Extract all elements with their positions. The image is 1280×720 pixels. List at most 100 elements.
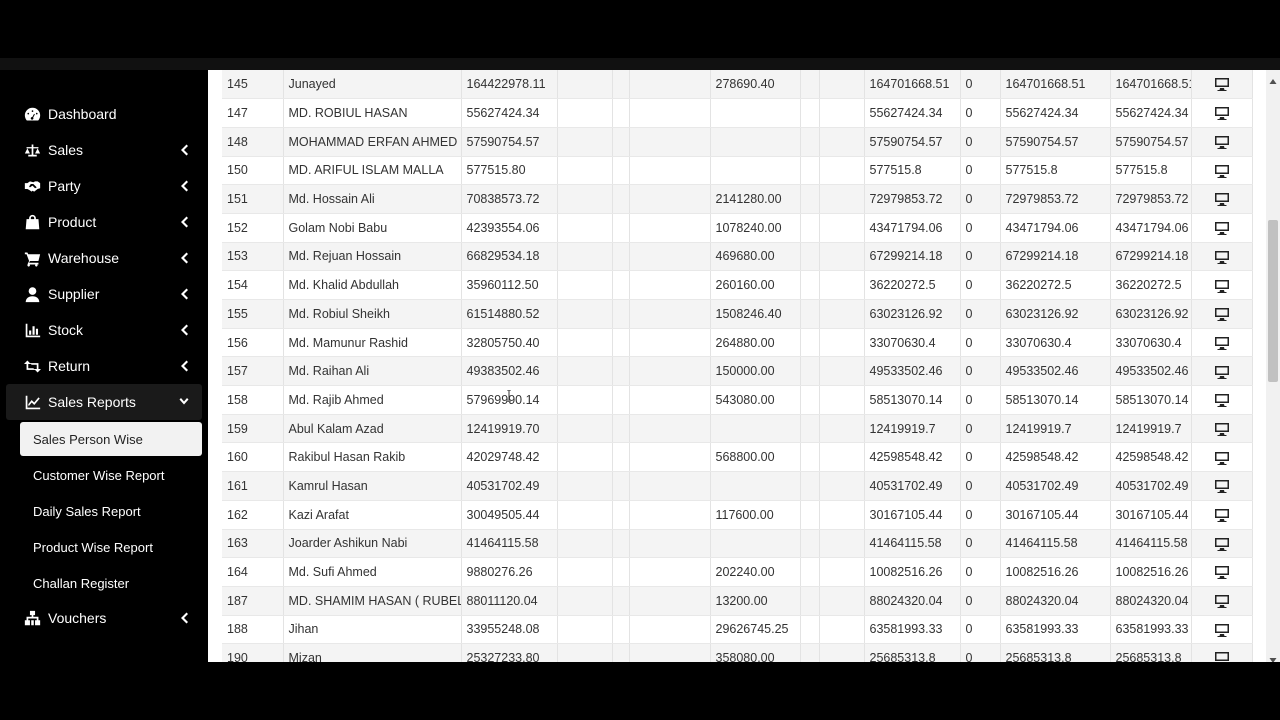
sidebar-subitem-daily-sales-report[interactable]: Daily Sales Report xyxy=(20,494,202,528)
monitor-icon[interactable] xyxy=(1191,127,1253,157)
table-cell-net: 55627424.34 xyxy=(1000,98,1111,128)
table-row: 190 Mizan 25327233.80 358080.00 25685313.8 0 2… xyxy=(222,643,1253,662)
table-cell-total: 63023126.92 xyxy=(864,299,961,329)
sidebar-item-vouchers[interactable]: Vouchers xyxy=(0,600,208,636)
table-cell-c11: 0 xyxy=(960,414,1001,444)
table-row: 187 MD. SHAMIM HASAN ( RUBEL) 88011120.04 1… xyxy=(222,586,1253,616)
table-cell-c6 xyxy=(629,586,711,616)
sidebar-item-stock[interactable]: Stock xyxy=(0,312,208,348)
monitor-icon[interactable] xyxy=(1191,442,1253,473)
table-row: 150 MD. ARIFUL ISLAM MALLA 577515.80 577515… xyxy=(222,156,1253,186)
table-cell-c9 xyxy=(819,127,865,157)
table-cell-extra: 1508246.40 xyxy=(710,299,801,329)
table-cell-c9 xyxy=(819,213,865,243)
monitor-icon[interactable] xyxy=(1191,414,1253,444)
table-cell-sales: 57590754.57 xyxy=(461,127,558,157)
sidebar-item-party[interactable]: Party xyxy=(0,168,208,204)
table-cell-extra: 358080.00 xyxy=(710,643,801,662)
table-cell-name: Md. Sufi Ahmed xyxy=(283,557,462,587)
table-cell-c11: 0 xyxy=(960,471,1001,501)
table-cell-c11: 0 xyxy=(960,615,1001,645)
sidebar-subitem-challan-register[interactable]: Challan Register xyxy=(20,566,202,600)
chevron-left-icon xyxy=(178,251,190,265)
monitor-icon[interactable] xyxy=(1191,615,1253,645)
monitor-icon[interactable] xyxy=(1191,98,1253,128)
table-cell-net: 58513070.14 xyxy=(1000,385,1111,415)
table-cell-c4 xyxy=(557,529,613,559)
sidebar-subitem-customer-wise-report[interactable]: Customer Wise Report xyxy=(20,458,202,492)
sidebar-item-warehouse[interactable]: Warehouse xyxy=(0,240,208,276)
monitor-icon[interactable] xyxy=(1191,213,1253,243)
monitor-icon[interactable] xyxy=(1191,156,1253,186)
table-cell-c11: 0 xyxy=(960,270,1001,300)
chevron-down-icon xyxy=(178,395,190,409)
scroll-up-arrow-icon[interactable] xyxy=(1269,73,1277,84)
monitor-icon[interactable] xyxy=(1191,557,1253,587)
retweet-icon xyxy=(22,356,42,376)
table-cell-sales: 577515.80 xyxy=(461,156,558,186)
monitor-icon[interactable] xyxy=(1191,270,1253,300)
scrollbar-thumb[interactable] xyxy=(1268,220,1278,382)
table-cell-c4 xyxy=(557,471,613,501)
table-cell-c6 xyxy=(629,242,711,272)
monitor-icon[interactable] xyxy=(1191,529,1253,559)
table-cell-extra: 1078240.00 xyxy=(710,213,801,243)
sitemap-icon xyxy=(22,608,42,628)
table-cell-total: 55627424.34 xyxy=(864,98,961,128)
monitor-icon[interactable] xyxy=(1191,70,1253,100)
monitor-icon[interactable] xyxy=(1191,184,1253,214)
table-cell-net: 41464115.58 xyxy=(1000,529,1111,559)
balance-scale-icon xyxy=(22,140,42,160)
table-cell-c6 xyxy=(629,270,711,300)
table-row: 154 Md. Khalid Abdullah 35960112.50 260160.… xyxy=(222,270,1253,300)
table-cell-name: Mizan xyxy=(283,643,462,662)
sidebar-item-dashboard[interactable]: Dashboard xyxy=(0,96,208,132)
sidebar-item-sales-reports[interactable]: Sales Reports xyxy=(6,384,202,420)
table-cell-grand: 63023126.92 xyxy=(1110,299,1192,329)
monitor-icon[interactable] xyxy=(1191,471,1253,501)
monitor-icon[interactable] xyxy=(1191,328,1253,358)
table-cell-c11: 0 xyxy=(960,557,1001,587)
monitor-icon[interactable] xyxy=(1191,385,1253,415)
table-cell-name: Rakibul Hasan Rakib xyxy=(283,442,462,473)
sidebar-item-return[interactable]: Return xyxy=(0,348,208,384)
table-cell-c11: 0 xyxy=(960,328,1001,358)
table-cell-total: 12419919.7 xyxy=(864,414,961,444)
table-row: 152 Golam Nobi Babu 42393554.06 1078240.00 4… xyxy=(222,213,1253,243)
table-cell-c8 xyxy=(800,442,820,473)
table-cell-c11: 0 xyxy=(960,299,1001,329)
sidebar-subitem-sales-person-wise[interactable]: Sales Person Wise xyxy=(20,422,202,456)
table-cell-sales: 55627424.34 xyxy=(461,98,558,128)
content-scrollbar[interactable] xyxy=(1266,70,1280,663)
table-cell-c6 xyxy=(629,70,711,100)
table-cell-c11: 0 xyxy=(960,156,1001,186)
table-cell-c9 xyxy=(819,242,865,272)
monitor-icon[interactable] xyxy=(1191,242,1253,272)
table-cell-id: 164 xyxy=(222,557,284,587)
table-cell-net: 63023126.92 xyxy=(1000,299,1111,329)
monitor-icon[interactable] xyxy=(1191,586,1253,616)
table-cell-net: 40531702.49 xyxy=(1000,471,1111,501)
monitor-icon[interactable] xyxy=(1191,356,1253,387)
table-cell-c6 xyxy=(629,328,711,358)
table-cell-grand: 577515.8 xyxy=(1110,156,1192,186)
sidebar-subitem-product-wise-report[interactable]: Product Wise Report xyxy=(20,530,202,564)
table-cell-c5 xyxy=(612,557,630,587)
shopping-bag-icon xyxy=(22,212,42,232)
table-cell-sales: 25327233.80 xyxy=(461,643,558,662)
table-cell-c8 xyxy=(800,500,820,530)
sidebar-item-sales[interactable]: Sales xyxy=(0,132,208,168)
table-cell-c5 xyxy=(612,328,630,358)
monitor-icon[interactable] xyxy=(1191,500,1253,530)
sidebar-item-supplier[interactable]: Supplier xyxy=(0,276,208,312)
sidebar-item-product[interactable]: Product xyxy=(0,204,208,240)
monitor-icon[interactable] xyxy=(1191,299,1253,329)
monitor-icon[interactable] xyxy=(1191,643,1253,662)
sidebar-item-label: Warehouse xyxy=(48,250,120,266)
table-cell-c8 xyxy=(800,242,820,272)
table-cell-c11: 0 xyxy=(960,442,1001,473)
table-cell-name: Junayed xyxy=(283,70,462,100)
table-cell-grand: 43471794.06 xyxy=(1110,213,1192,243)
table-cell-id: 190 xyxy=(222,643,284,662)
scroll-down-arrow-icon[interactable] xyxy=(1269,651,1277,663)
